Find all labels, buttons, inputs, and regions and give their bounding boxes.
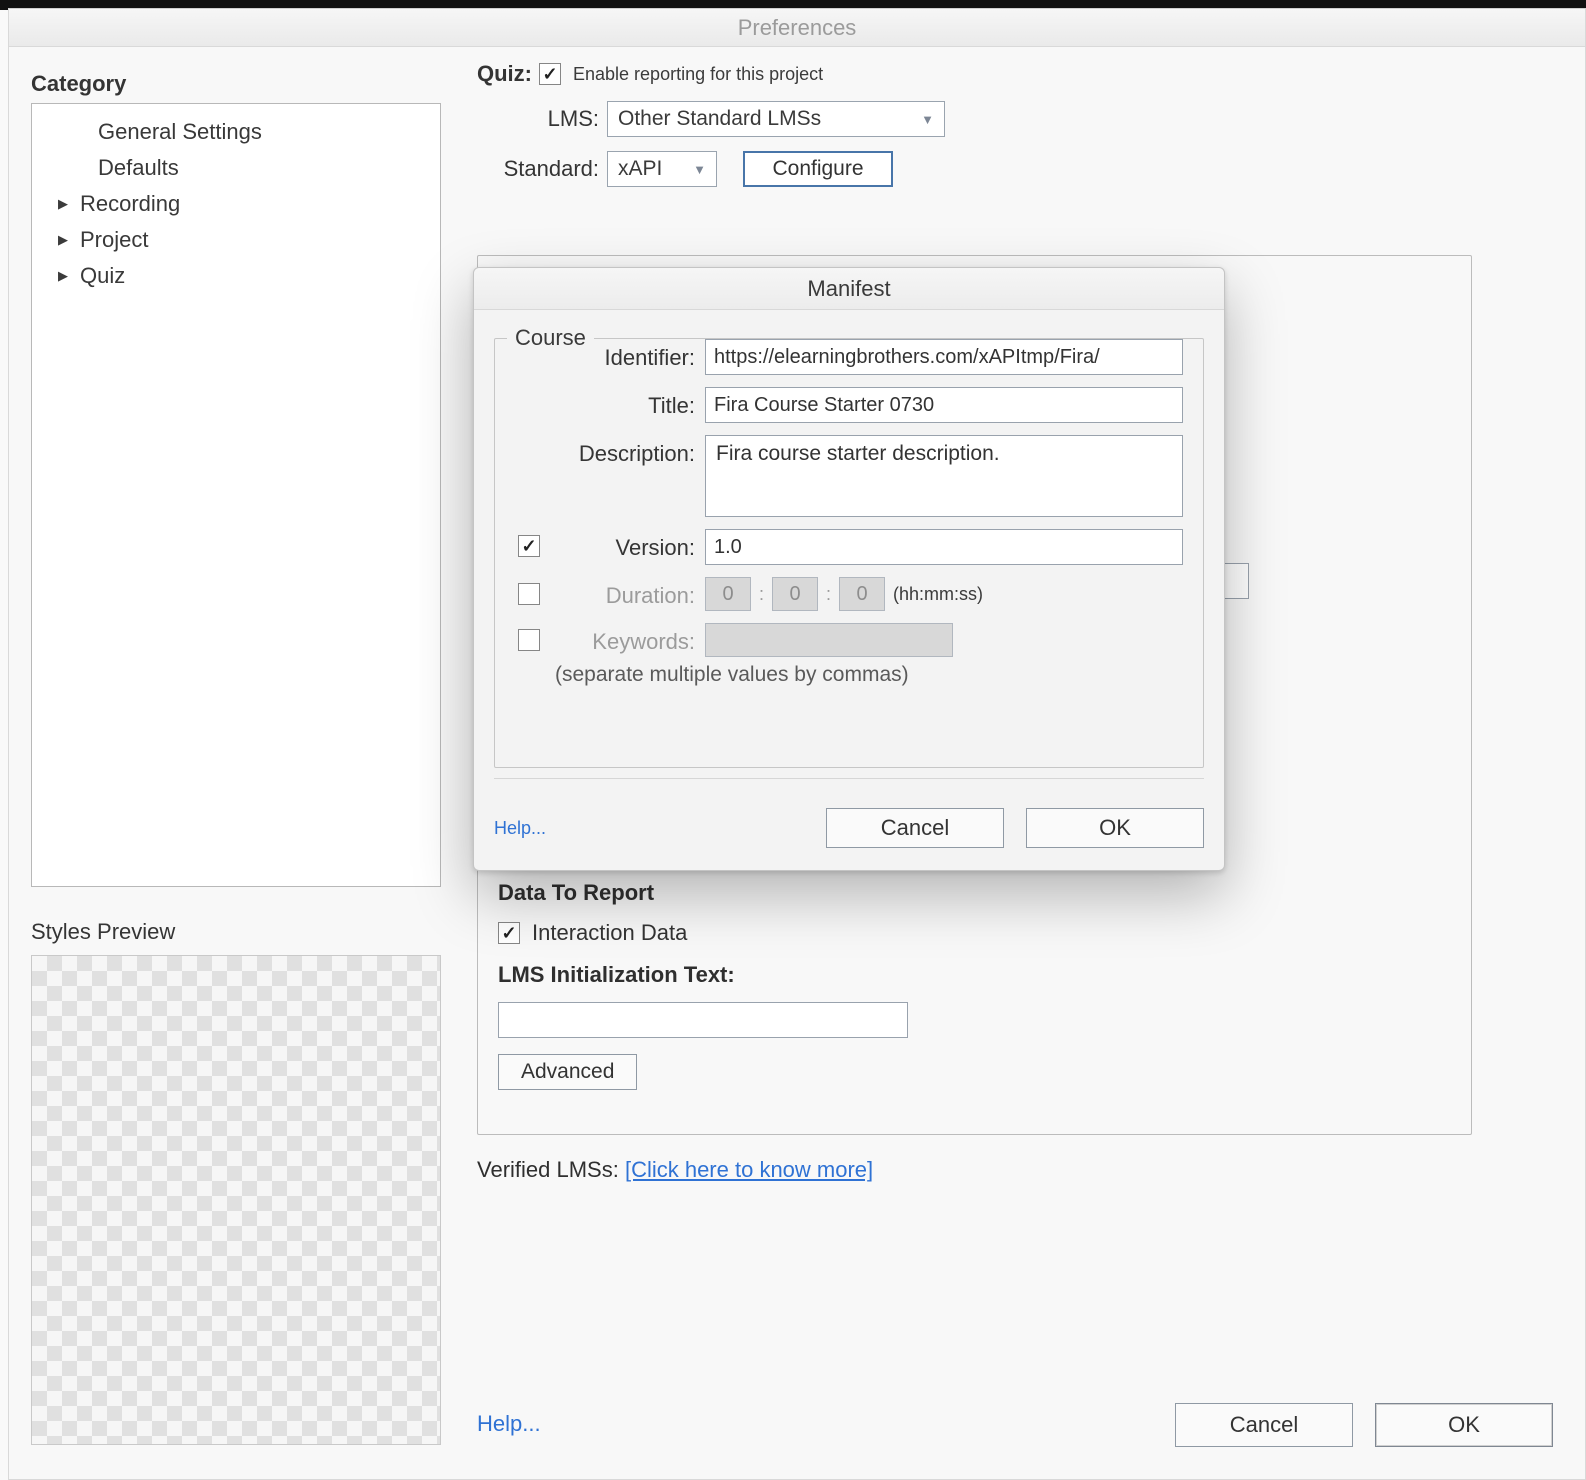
category-item-label: Quiz [80,263,125,289]
standard-label: Standard: [477,156,607,182]
expand-arrow-icon [58,195,80,213]
description-label: Description: [555,435,705,467]
enable-reporting-label: Enable reporting for this project [573,64,823,85]
version-label: Version: [555,529,705,561]
styles-preview-canvas [31,955,441,1445]
keywords-label: Keywords: [555,623,705,655]
duration-hh-input [705,577,751,611]
category-item-recording[interactable]: Recording [32,186,440,222]
window-title: Preferences [9,9,1585,47]
version-input[interactable] [705,529,1183,565]
category-item-quiz[interactable]: Quiz [32,258,440,294]
category-list: General Settings Defaults Recording Proj… [31,103,441,887]
duration-mm-input [772,577,818,611]
help-link[interactable]: Help... [477,1411,541,1437]
keywords-checkbox[interactable] [518,629,540,651]
expand-arrow-icon [58,267,80,285]
course-fieldset: Course Identifier: Title: Description: F… [494,338,1204,768]
data-to-report-heading: Data To Report [498,880,1451,906]
keywords-input [705,623,953,657]
dropdown-caret-icon: ▼ [693,162,706,177]
dropdown-caret-icon: ▼ [921,112,934,127]
lms-init-text-heading: LMS Initialization Text: [498,962,1451,988]
manifest-dialog: Manifest Course Identifier: Title: Descr… [473,267,1225,871]
configure-button[interactable]: Configure [743,151,893,187]
verified-lms-line: Verified LMSs: [Click here to know more] [477,1157,873,1183]
category-item-label: Project [80,227,148,253]
standard-select-value: xAPI [618,157,662,181]
verified-lms-prefix: Verified LMSs: [477,1157,625,1182]
standard-select[interactable]: xAPI ▼ [607,151,717,187]
description-textarea[interactable]: Fira course starter description. [705,435,1183,517]
category-item-general-settings[interactable]: General Settings [32,114,440,150]
version-checkbox[interactable] [518,535,540,557]
identifier-input[interactable] [705,339,1183,375]
category-item-label: Defaults [98,155,179,181]
quiz-label: Quiz: [477,61,539,87]
cancel-button[interactable]: Cancel [1175,1403,1353,1447]
keywords-note: (separate multiple values by commas) [555,663,1203,687]
interaction-data-label: Interaction Data [532,920,687,946]
manifest-ok-button[interactable]: OK [1026,808,1204,848]
preferences-window: Preferences Category General Settings De… [8,8,1586,1480]
interaction-data-checkbox[interactable] [498,922,520,944]
category-item-label: General Settings [98,119,262,145]
manifest-help-link[interactable]: Help... [494,818,546,839]
duration-ss-input [839,577,885,611]
lms-select-value: Other Standard LMSs [618,107,821,131]
lms-label: LMS: [477,106,607,132]
lms-init-text-input[interactable] [498,1002,908,1038]
enable-reporting-checkbox[interactable] [539,63,561,85]
expand-arrow-icon [58,231,80,249]
title-label: Title: [555,387,705,419]
course-fieldset-legend: Course [507,325,594,351]
category-item-defaults[interactable]: Defaults [32,150,440,186]
ok-button[interactable]: OK [1375,1403,1553,1447]
verified-lms-link[interactable]: [Click here to know more] [625,1157,873,1182]
colon-separator: : [759,584,764,605]
lms-select[interactable]: Other Standard LMSs ▼ [607,101,945,137]
manifest-dialog-title: Manifest [474,268,1224,310]
modal-separator [494,778,1204,779]
category-heading: Category [31,71,441,97]
title-input[interactable] [705,387,1183,423]
category-item-label: Recording [80,191,180,217]
styles-preview-heading: Styles Preview [31,919,441,945]
manifest-cancel-button[interactable]: Cancel [826,808,1004,848]
advanced-button[interactable]: Advanced [498,1054,637,1090]
duration-label: Duration: [555,577,705,609]
colon-separator: : [826,584,831,605]
duration-suffix: (hh:mm:ss) [893,584,983,605]
duration-checkbox[interactable] [518,583,540,605]
category-item-project[interactable]: Project [32,222,440,258]
